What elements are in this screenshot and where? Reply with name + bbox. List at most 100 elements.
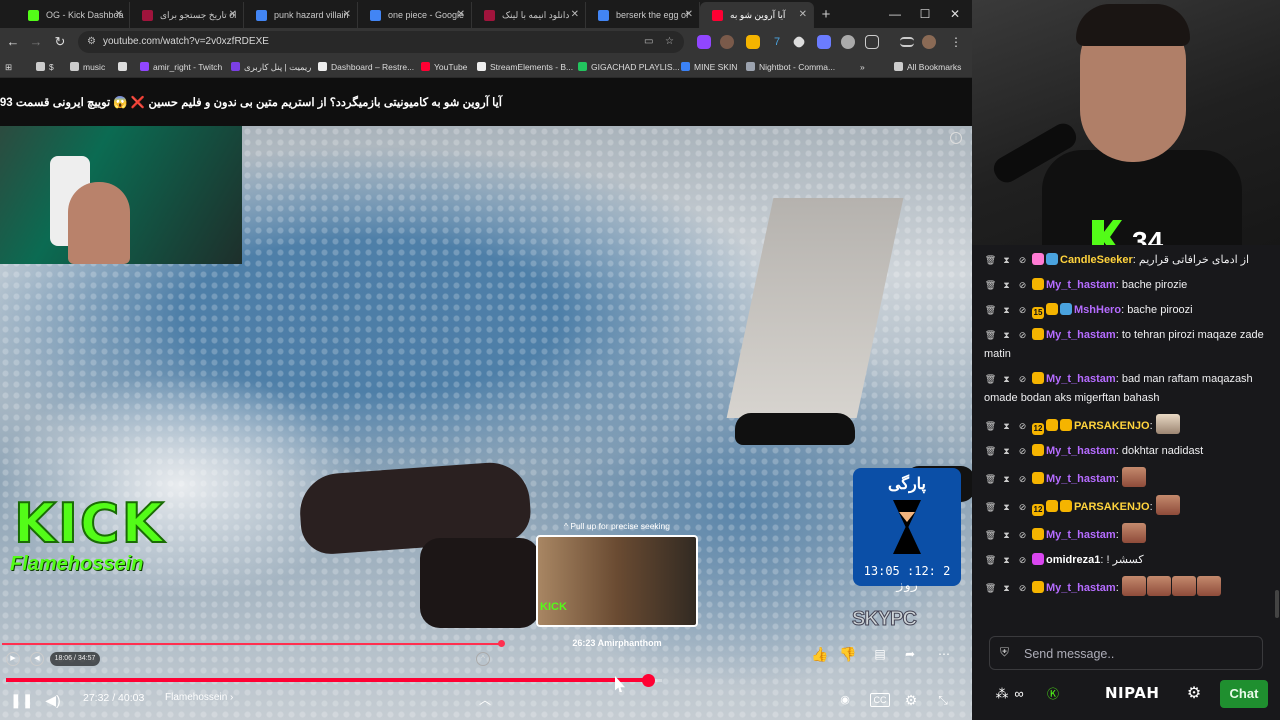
timeout-icon[interactable]: ⧗ [1000,370,1013,389]
chat-username[interactable]: My_t_hastam [1046,445,1116,457]
extension-avatar-icon[interactable] [720,35,734,49]
chat-message[interactable]: 🗑 ⧗ ⊘ My_t_hastam: to tehran pirozi maqaze … [972,326,1280,364]
autoplay-toggle[interactable]: ◉ [836,690,854,710]
delete-icon[interactable]: 🗑 [984,579,997,598]
browser-tab[interactable]: دانلود انیمه با لینک ✕ [472,2,586,28]
chat-message[interactable]: 🗑 ⧗ ⊘ My_t_hastam: [972,467,1280,489]
close-tab-icon[interactable]: ✕ [115,2,123,28]
ban-icon[interactable]: ⊘ [1016,579,1029,598]
chat-username[interactable]: My_t_hastam [1046,473,1116,485]
browser-menu-icon[interactable]: ⋮ [949,35,963,49]
chat-username[interactable]: CandleSeeker [1060,254,1133,266]
delete-icon[interactable]: 🗑 [984,551,997,570]
chat-scrollbar[interactable] [1275,590,1279,618]
back-button[interactable]: ← [3,32,23,52]
chat-message[interactable]: 🗑 ⧗ ⊘ My_t_hastam: bache pirozie [972,276,1280,295]
video-player[interactable]: آیا آروین شو به کامیونیتی بازمیگردد؟ از … [0,78,972,720]
share-icon[interactable]: ➦ [900,644,920,664]
more-icon[interactable]: ⋯ [934,644,954,664]
bookmark-item[interactable]: $ [36,56,54,78]
close-tab-icon[interactable]: ✕ [457,2,465,28]
timeout-icon[interactable]: ⧗ [1000,417,1013,436]
extension-badge-icon[interactable] [746,35,760,49]
bookmarks-more-button[interactable]: » [860,56,865,78]
ban-icon[interactable]: ⊘ [1016,498,1029,517]
chat-input[interactable]: ⛨ Send message.. [989,636,1263,670]
ban-icon[interactable]: ⊘ [1016,551,1029,570]
chat-emote[interactable] [1146,576,1171,596]
close-tab-icon[interactable]: ✕ [229,2,237,28]
delete-icon[interactable]: 🗑 [984,417,997,436]
info-icon[interactable]: i [950,132,962,144]
bookmark-item[interactable]: Dashboard – Restre... [318,56,414,78]
chat-username[interactable]: PARSAKENJO [1074,420,1150,432]
ban-icon[interactable]: ⊘ [1016,526,1029,545]
like-icon[interactable]: 👍 [810,644,830,664]
chat-settings-gear-icon[interactable]: ⚙ [1184,682,1204,706]
chat-message[interactable]: 🗑 ⧗ ⊘ My_t_hastam: [972,576,1280,598]
captions-button[interactable]: CC [870,693,890,707]
extension-diamond-icon[interactable] [791,34,807,50]
close-tab-icon[interactable]: ✕ [685,2,693,28]
bookmark-item[interactable]: ریمیت | پنل کاربری [231,56,311,78]
chat-emote[interactable] [1121,576,1146,596]
extension-shield-icon[interactable] [817,35,831,49]
chat-message[interactable]: 🗑 ⧗ ⊘ 15 MshHero: bache piroozi [972,301,1280,320]
chat-message[interactable]: 🗑 ⧗ ⊘ 12 PARSAKENJO: [972,495,1280,517]
timeout-icon[interactable]: ⧗ [1000,470,1013,489]
chat-messages[interactable]: 🗑 ⧗ ⊘ CandleSeeker: از ادمای خرافاتی قراریم… [972,245,1280,625]
reading-list-icon[interactable] [900,37,914,47]
chat-emote[interactable] [1196,576,1221,596]
minimize-button[interactable]: — [880,0,910,28]
ban-icon[interactable]: ⊘ [1016,251,1029,270]
chat-message[interactable]: 🗑 ⧗ ⊘ My_t_hastam: bad man raftam maqazash … [972,370,1280,408]
browser-tab[interactable]: berserk the egg of ✕ [586,2,700,28]
bookmark-item[interactable]: amir_right - Twitch [140,56,222,78]
chat-username[interactable]: MshHero [1074,304,1121,316]
bookmark-item[interactable]: Nightbot - Comma... [746,56,835,78]
emote-menu-icon[interactable]: ⁂ [992,682,1012,706]
chat-message[interactable]: 🗑 ⧗ ⊘ 12 PARSAKENJO: [972,414,1280,436]
bookmark-item[interactable]: StreamElements - B... [477,56,573,78]
maximize-button[interactable]: ☐ [910,0,940,28]
extensions-puzzle-icon[interactable] [865,35,879,49]
chat-message[interactable]: 🗑 ⧗ ⊘ My_t_hastam: dokhtar nadidast [972,442,1280,461]
apps-grid-icon[interactable]: ⊞ [5,56,12,78]
chat-send-button[interactable]: Chat [1220,680,1268,708]
bookmark-star-icon[interactable]: ☆ [665,31,674,53]
video-title[interactable]: آیا آروین شو به کامیونیتی بازمیگردد؟ از … [0,95,502,109]
timeout-icon[interactable]: ⧗ [1000,498,1013,517]
cast-icon[interactable]: ▭ [644,31,653,53]
pause-button[interactable]: ❚❚ [10,690,33,710]
chat-username[interactable]: My_t_hastam [1046,373,1116,385]
ban-icon[interactable]: ⊘ [1016,276,1029,295]
kick-emotes-icon[interactable]: Ⓚ [1044,682,1062,706]
bookmark-item[interactable]: MINE SKIN [681,56,737,78]
close-window-button[interactable]: ✕ [940,0,970,28]
site-info-icon[interactable]: ⚙ [87,31,96,53]
timeout-icon[interactable]: ⧗ [1000,276,1013,295]
extension-globe-icon[interactable] [841,35,855,49]
browser-tab[interactable]: تاریخ جستجو برای ol ✕ [130,2,244,28]
dislike-icon[interactable]: 👎 [838,644,858,664]
close-tab-icon[interactable]: ✕ [799,2,807,28]
browser-tab[interactable]: one piece - Google ✕ [358,2,472,28]
volume-button[interactable]: ◀) [44,690,62,710]
delete-icon[interactable]: 🗑 [984,498,997,517]
bookmark-item[interactable] [118,56,131,78]
comments-icon[interactable]: ▤ [870,644,890,664]
chat-emote[interactable] [1155,495,1180,515]
profile-avatar-icon[interactable] [922,35,936,49]
delete-icon[interactable]: 🗑 [984,301,997,320]
timeout-icon[interactable]: ⧗ [1000,551,1013,570]
delete-icon[interactable]: 🗑 [984,526,997,545]
bookmark-item[interactable]: GIGACHAD PLAYLIS... [578,56,680,78]
chat-message[interactable]: 🗑 ⧗ ⊘ CandleSeeker: از ادمای خرافاتی قراریم [972,251,1280,270]
browser-tab[interactable]: آیا آروین شو به ✕ [700,2,814,28]
timeout-icon[interactable]: ⧗ [1000,326,1013,345]
chat-message[interactable]: 🗑 ⧗ ⊘ omidreza1: کسشر ! [972,551,1280,570]
ban-icon[interactable]: ⊘ [1016,470,1029,489]
reload-button[interactable]: ↻ [50,32,70,52]
progress-scrubber[interactable] [642,674,655,687]
new-tab-button[interactable]: + [814,2,838,28]
